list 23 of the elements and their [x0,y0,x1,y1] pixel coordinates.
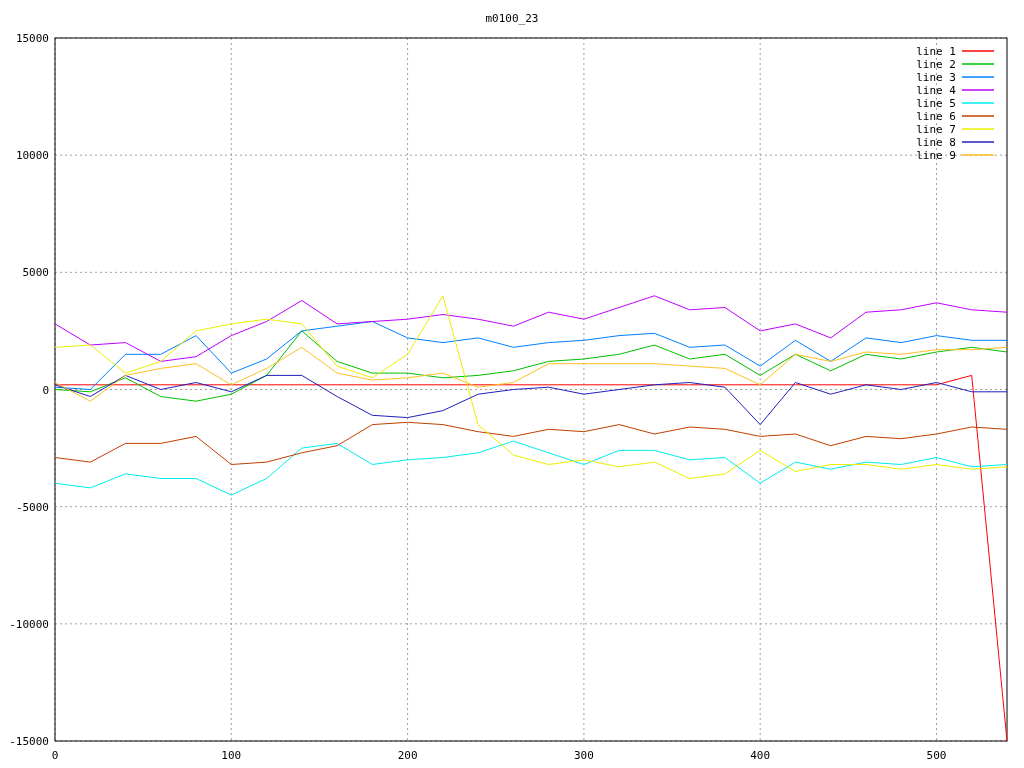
legend-label: line 8 [916,136,956,149]
y-tick-label: 0 [42,383,49,397]
legend-label: line 5 [916,97,956,110]
legend-label: line 9 [916,149,956,162]
x-tick-label: 100 [221,749,242,762]
x-tick-label: 0 [51,749,59,762]
y-tick-label: -5000 [15,500,49,514]
legend-label: line 6 [916,110,956,123]
legend-label: line 3 [916,71,956,84]
x-tick-label: 400 [750,749,771,762]
y-tick-label: 10000 [15,149,49,163]
y-tick-label: -10000 [9,617,49,631]
x-tick-label: 500 [926,749,947,762]
y-tick-label: 15000 [15,32,49,45]
legend-label: line 7 [916,123,956,136]
chart-title: m0100_23 [485,12,539,25]
y-tick-label: -15000 [9,735,49,748]
legend-label: line 2 [916,58,956,71]
x-tick-label: 200 [397,749,418,762]
legend-label: line 4 [916,84,956,97]
legend-label: line 1 [916,45,956,58]
x-tick-label: 300 [573,749,594,762]
y-tick-label: 5000 [22,266,49,280]
